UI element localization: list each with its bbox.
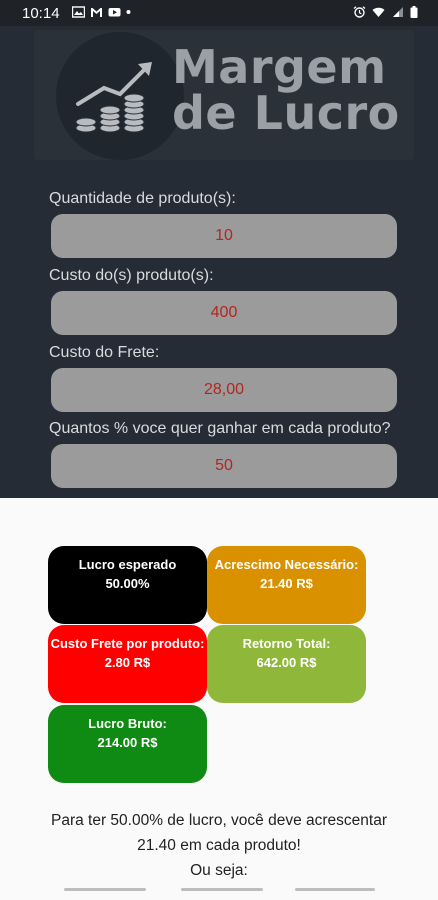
youtube-icon: [108, 8, 121, 17]
battery-icon: [410, 6, 418, 18]
logo-title-line2: de Lucro: [172, 86, 400, 140]
nav-handle-left[interactable]: [64, 888, 146, 891]
logo-title-line1: Margem: [172, 40, 387, 94]
expected-profit-value: 50.00%: [105, 576, 150, 591]
shipping-cost-label: Custo do Frete:: [49, 344, 160, 361]
coins-growth-icon: [75, 62, 152, 133]
shipping-cost-input[interactable]: [51, 368, 397, 412]
gmail-icon: [91, 8, 102, 17]
summary-line2: 21.40 em cada produto!: [137, 837, 301, 854]
alarm-icon: [353, 6, 366, 18]
status-bar: 10:14: [0, 0, 438, 26]
gross-profit-title: Lucro Bruto:: [88, 716, 167, 731]
product-cost-input[interactable]: [51, 291, 397, 335]
notification-dot-icon: [126, 10, 131, 14]
total-return-value: 642.00 R$: [256, 655, 317, 670]
required-markup-value: 21.40 R$: [260, 576, 313, 591]
logo-emblem: [56, 32, 184, 160]
summary-text: Para ter 50.00% de lucro, você deve acre…: [0, 808, 438, 883]
profit-percent-label: Quantos % voce quer ganhar em cada produ…: [49, 420, 391, 437]
total-return-title: Retorno Total:: [242, 636, 331, 651]
total-return-card: Retorno Total: 642.00 R$: [207, 625, 366, 703]
summary-line1: Para ter 50.00% de lucro, você deve acre…: [50, 812, 388, 829]
summary-line3: Ou seja:: [190, 862, 248, 879]
nav-handle-center[interactable]: [181, 888, 263, 891]
shipping-per-product-card: Custo Frete por produto: 2.80 R$: [48, 625, 207, 703]
quantity-input[interactable]: [51, 214, 397, 258]
gallery-icon: [72, 6, 85, 18]
required-markup-card: Acrescimo Necessário: 21.40 R$: [207, 546, 366, 624]
shipping-per-product-title: Custo Frete por produto:: [50, 636, 205, 651]
results-section: Lucro esperado 50.00% Acrescimo Necessár…: [0, 498, 438, 900]
gross-profit-value: 214.00 R$: [97, 735, 158, 750]
profit-percent-input[interactable]: [51, 444, 397, 488]
status-time: 10:14: [22, 5, 60, 22]
shipping-per-product-value: 2.80 R$: [104, 655, 151, 670]
expected-profit-card: Lucro esperado 50.00%: [48, 546, 207, 624]
gross-profit-card: Lucro Bruto: 214.00 R$: [48, 705, 207, 783]
wifi-icon: [372, 7, 385, 17]
input-section: Margem de Lucro Quantidade de produto(s)…: [0, 26, 438, 498]
logo-title: Margem de Lucro: [172, 44, 400, 136]
quantity-label: Quantidade de produto(s):: [49, 190, 236, 207]
expected-profit-title: Lucro esperado: [78, 557, 177, 572]
product-cost-label: Custo do(s) produto(s):: [49, 267, 214, 284]
required-markup-title: Acrescimo Necessário:: [214, 557, 359, 572]
nav-handle-right[interactable]: [295, 888, 375, 891]
signal-icon: [393, 7, 403, 17]
app-logo: Margem de Lucro: [34, 30, 414, 160]
